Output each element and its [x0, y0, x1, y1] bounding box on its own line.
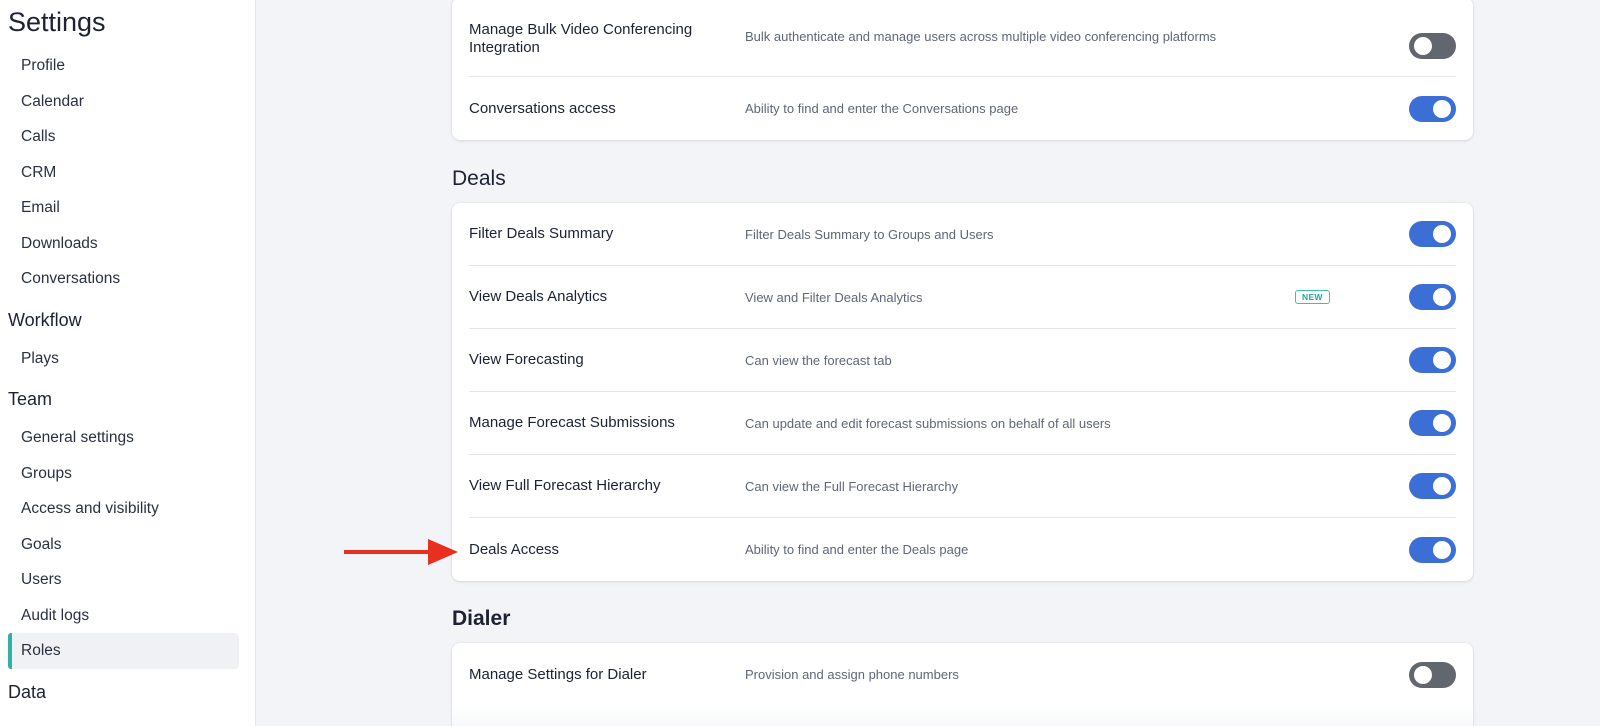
toggle-knob: [1433, 225, 1451, 243]
sidebar-item-access-and-visibility[interactable]: Access and visibility: [8, 491, 239, 527]
new-badge: NEW: [1295, 290, 1330, 304]
permission-description: Provision and assign phone numbers: [745, 667, 959, 682]
permission-name: View Forecasting: [469, 351, 584, 368]
toggle-knob: [1433, 288, 1451, 306]
sidebar-item-plays[interactable]: Plays: [8, 341, 239, 377]
right-arrow-icon: [344, 539, 458, 565]
sidebar-item-downloads[interactable]: Downloads: [8, 226, 239, 262]
permissions-card-deals: Filter Deals Summary Filter Deals Summar…: [452, 203, 1473, 581]
permissions-card-dialer: Manage Settings for Dialer Provision and…: [452, 643, 1473, 726]
toggle-knob: [1433, 540, 1451, 559]
permission-description: Filter Deals Summary to Groups and Users: [745, 226, 994, 242]
sidebar-item-calls[interactable]: Calls: [8, 119, 239, 155]
permission-toggle[interactable]: [1409, 284, 1456, 310]
permission-toggle[interactable]: [1409, 347, 1456, 373]
sidebar-item-users[interactable]: Users: [8, 562, 239, 598]
permission-row: View Deals Analytics View and Filter Dea…: [469, 266, 1456, 329]
permission-row-deals-access: Deals Access Ability to find and enter t…: [469, 518, 1456, 581]
sidebar-item-calendar[interactable]: Calendar: [8, 84, 239, 120]
permission-row: Manage Forecast Submissions Can update a…: [469, 392, 1456, 455]
permission-name: Filter Deals Summary: [469, 225, 614, 242]
permission-toggle[interactable]: [1409, 410, 1456, 436]
permission-description: Can update and edit forecast submissions…: [745, 415, 1111, 431]
permission-description: Ability to find and enter the Deals page: [745, 542, 969, 557]
permission-name: Manage Settings for Dialer: [469, 665, 647, 683]
permission-row: View Full Forecast Hierarchy Can view th…: [469, 455, 1456, 518]
permission-name: Deals Access: [469, 540, 560, 558]
permission-name: View Full Forecast Hierarchy: [469, 477, 661, 494]
toggle-knob: [1414, 665, 1432, 684]
sidebar-item-email[interactable]: Email: [8, 190, 239, 226]
toggle-knob: [1433, 99, 1451, 118]
permission-row: Filter Deals Summary Filter Deals Summar…: [469, 203, 1456, 266]
permission-name: Manage Forecast Submissions: [469, 414, 675, 431]
section-title-deals: Deals: [452, 167, 506, 190]
sidebar-item-goals[interactable]: Goals: [8, 527, 239, 563]
section-title-dialer: Dialer: [452, 607, 511, 630]
role-permissions-panel: Manage Bulk Video Conferencing Integrati…: [256, 0, 1600, 726]
sidebar-group-workflow: Workflow Plays: [8, 305, 239, 377]
sidebar-item-profile[interactable]: Profile: [8, 48, 239, 84]
permission-toggle[interactable]: [1409, 95, 1456, 122]
sidebar-item-crm[interactable]: CRM: [8, 155, 239, 191]
permission-row: Manage Settings for Dialer Provision and…: [469, 643, 1456, 706]
toggle-knob: [1414, 37, 1432, 55]
permission-description: Bulk authenticate and manage users acros…: [745, 29, 1217, 44]
permission-description: Can view the Full Forecast Hierarchy: [745, 478, 959, 494]
sidebar-group-general: Profile Calendar Calls CRM Email Downloa…: [8, 48, 239, 297]
permission-row: Conversations access Ability to find and…: [469, 77, 1456, 140]
sidebar-item-conversations[interactable]: Conversations: [8, 261, 239, 297]
settings-sidebar: Settings Profile Calendar Calls CRM Emai…: [0, 0, 256, 726]
permission-name: Conversations access: [469, 99, 616, 117]
permission-toggle[interactable]: [1409, 221, 1456, 247]
sidebar-group-team: Team General settings Groups Access and …: [8, 384, 239, 669]
sidebar-item-roles[interactable]: Roles: [8, 633, 239, 669]
toggle-knob: [1433, 351, 1451, 369]
permission-toggle[interactable]: [1409, 661, 1456, 688]
sidebar-group-data: Data: [8, 677, 239, 707]
permissions-card-top: Manage Bulk Video Conferencing Integrati…: [452, 0, 1473, 140]
sidebar-group-title-workflow: Workflow: [8, 309, 82, 330]
sidebar-item-audit-logs[interactable]: Audit logs: [8, 598, 239, 634]
toggle-knob: [1433, 477, 1451, 495]
permission-toggle[interactable]: [1409, 33, 1456, 59]
permission-toggle[interactable]: [1409, 473, 1456, 499]
sidebar-item-groups[interactable]: Groups: [8, 456, 239, 492]
permission-description: View and Filter Deals Analytics: [745, 289, 923, 305]
permission-row: View Forecasting Can view the forecast t…: [469, 329, 1456, 392]
sidebar-item-general-settings[interactable]: General settings: [8, 420, 239, 456]
permission-name: Manage Bulk Video Conferencing Integrati…: [469, 21, 693, 56]
permission-toggle[interactable]: [1409, 536, 1456, 563]
sidebar-group-title-team: Team: [8, 389, 53, 409]
permission-row: Manage Bulk Video Conferencing Integrati…: [469, 0, 1456, 77]
permission-name: View Deals Analytics: [469, 288, 608, 305]
toggle-knob: [1433, 414, 1451, 432]
permission-description: Can view the forecast tab: [745, 352, 892, 368]
sidebar-title: Settings: [8, 7, 106, 37]
sidebar-group-title-data: Data: [8, 681, 47, 702]
permission-description: Ability to find and enter the Conversati…: [745, 101, 1019, 116]
